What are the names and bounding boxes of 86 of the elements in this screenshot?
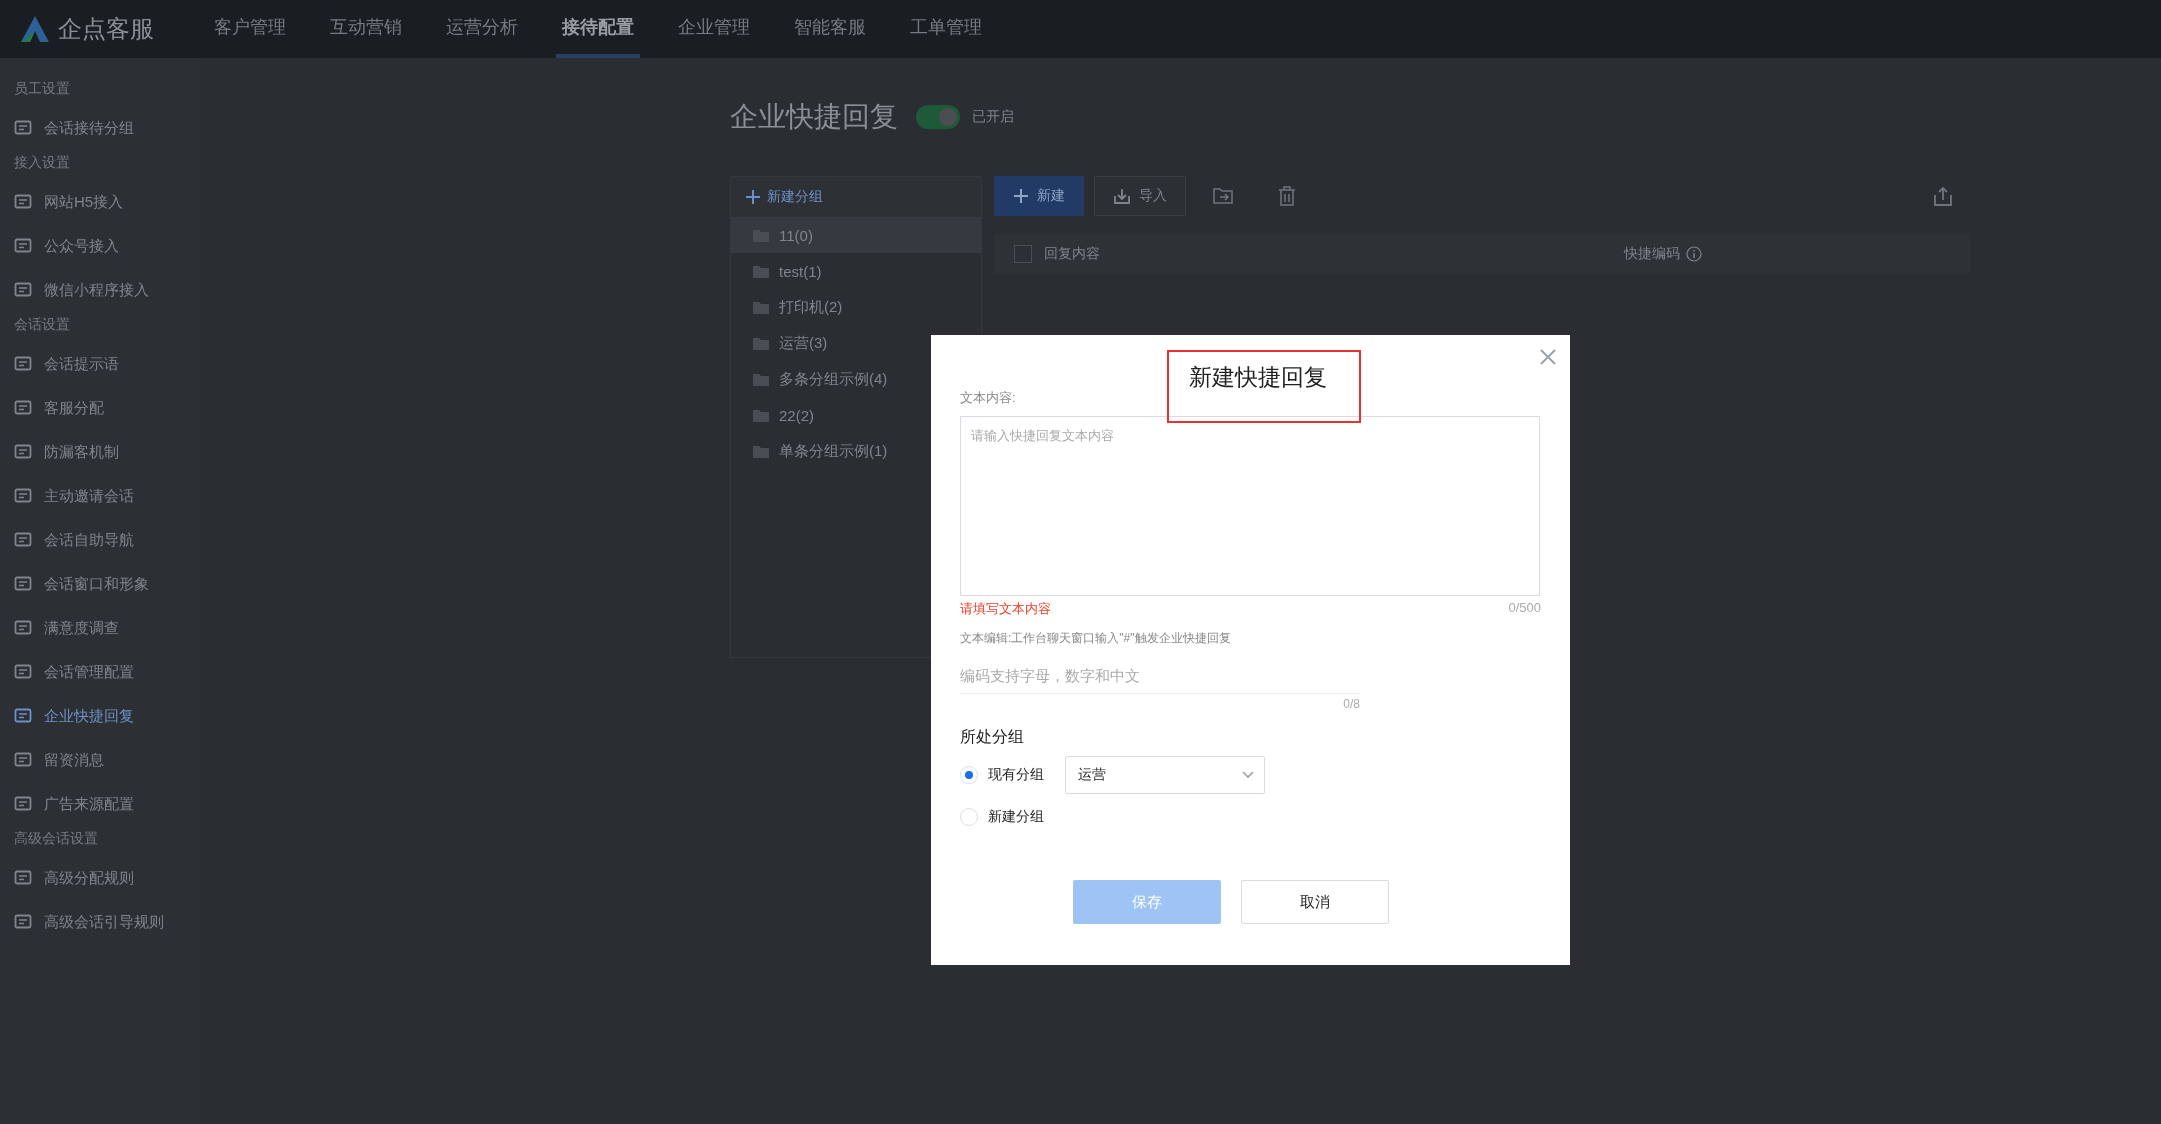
nav-tab[interactable]: 智能客服 [788, 0, 872, 58]
download-icon [1113, 187, 1131, 205]
nav-tab[interactable]: 企业管理 [672, 0, 756, 58]
sidebar-item[interactable]: 高级分配规则 [0, 856, 200, 900]
folder-icon [753, 444, 769, 458]
group-dropdown[interactable]: 运营 [1065, 756, 1265, 794]
character-count: 0/8 [1342, 697, 1360, 711]
folder-arrow-icon [1213, 187, 1233, 205]
nav-tab[interactable]: 接待配置 [556, 0, 640, 58]
list-icon [14, 913, 32, 931]
sidebar-item[interactable]: 网站H5接入 [0, 180, 200, 224]
folder-icon [753, 264, 769, 278]
nav-tab[interactable]: 互动营销 [324, 0, 408, 58]
toggle-switch[interactable] [916, 105, 960, 129]
sidebar-item[interactable]: 企业快捷回复 [0, 694, 200, 738]
list-icon [14, 443, 32, 461]
folder-icon [753, 408, 769, 422]
sidebar-section-title: 会话设置 [13, 315, 71, 334]
list-icon [14, 487, 32, 505]
error-message: 请填写文本内容 [960, 600, 1051, 618]
new-button[interactable]: 新建 [994, 176, 1084, 216]
list-icon [14, 281, 32, 299]
page-title: 企业快捷回复 [730, 100, 898, 134]
folder-icon [753, 336, 769, 350]
list-icon [14, 619, 32, 637]
list-icon [14, 237, 32, 255]
list-icon [14, 355, 32, 373]
sidebar-item[interactable]: 满意度调查 [0, 606, 200, 650]
text-content-field[interactable]: 请输入快捷回复文本内容 [960, 416, 1540, 596]
share-icon [1934, 186, 1952, 206]
column-header: 回复内容 [1044, 245, 1101, 263]
hint-text: 文本编辑:工作台聊天窗口输入"#"触发企业快捷回复 [960, 630, 1232, 647]
sidebar-item[interactable]: 客服分配 [0, 386, 200, 430]
field-label: 文本内容: [960, 389, 1017, 407]
list-icon [14, 707, 32, 725]
section-label: 所处分组 [960, 727, 1025, 747]
sidebar-item[interactable]: 会话管理配置 [0, 650, 200, 694]
sidebar-item[interactable]: 留资消息 [0, 738, 200, 782]
logo-text: 企点客服 [58, 14, 154, 44]
logo-icon [20, 15, 50, 43]
sidebar-item[interactable]: 广告来源配置 [0, 782, 200, 826]
sidebar-item[interactable]: 主动邀请会话 [0, 474, 200, 518]
sidebar-item[interactable]: 会话自助导航 [0, 518, 200, 562]
sidebar-item[interactable]: 会话接待分组 [0, 106, 200, 150]
toggle-label: 已开启 [972, 108, 1014, 126]
sidebar-item[interactable]: 会话提示语 [0, 342, 200, 386]
character-count: 0/500 [1508, 600, 1541, 617]
plus-icon [745, 189, 761, 205]
radio-option[interactable]: 现有分组 [960, 766, 1045, 784]
list-icon [14, 869, 32, 887]
import-button[interactable]: 导入 [1094, 176, 1186, 216]
list-icon [14, 193, 32, 211]
radio-label: 现有分组 [988, 766, 1044, 784]
sidebar-item[interactable]: 公众号接入 [0, 224, 200, 268]
checkbox[interactable] [1014, 245, 1032, 263]
info-icon [1686, 246, 1702, 262]
trash-icon [1278, 186, 1296, 206]
list-icon [14, 575, 32, 593]
radio-label: 新建分组 [988, 808, 1044, 826]
chevron-down-icon [1242, 771, 1254, 779]
group-item[interactable]: 运营(3) [731, 325, 981, 361]
sidebar-item[interactable]: 微信小程序接入 [0, 268, 200, 312]
nav-tab[interactable]: 客户管理 [208, 0, 292, 58]
nav-tab[interactable]: 工单管理 [904, 0, 988, 58]
list-icon [14, 751, 32, 769]
folder-icon [753, 372, 769, 386]
sidebar-item[interactable]: 会话窗口和形象 [0, 562, 200, 606]
group-item[interactable]: 11(0) [731, 217, 981, 253]
list-icon [14, 399, 32, 417]
column-header: 快捷编码 [1624, 245, 1680, 263]
folder-icon [753, 300, 769, 314]
list-icon [14, 119, 32, 137]
list-icon [14, 663, 32, 681]
sidebar-section-title: 高级会话设置 [13, 829, 99, 848]
sidebar-section-title: 员工设置 [13, 79, 71, 98]
cancel-button[interactable]: 取消 [1240, 880, 1389, 924]
radio-option[interactable]: 新建分组 [960, 808, 1045, 826]
plus-icon [1013, 188, 1029, 204]
group-item[interactable]: 打印机(2) [731, 289, 981, 325]
sidebar-section-title: 接入设置 [13, 153, 71, 172]
list-icon [14, 531, 32, 549]
nav-tab[interactable]: 运营分析 [440, 0, 524, 58]
sidebar-item[interactable]: 高级会话引导规则 [0, 900, 200, 944]
sidebar-item[interactable]: 防漏客机制 [0, 430, 200, 474]
list-icon [14, 795, 32, 813]
group-item[interactable]: test(1) [731, 253, 981, 289]
